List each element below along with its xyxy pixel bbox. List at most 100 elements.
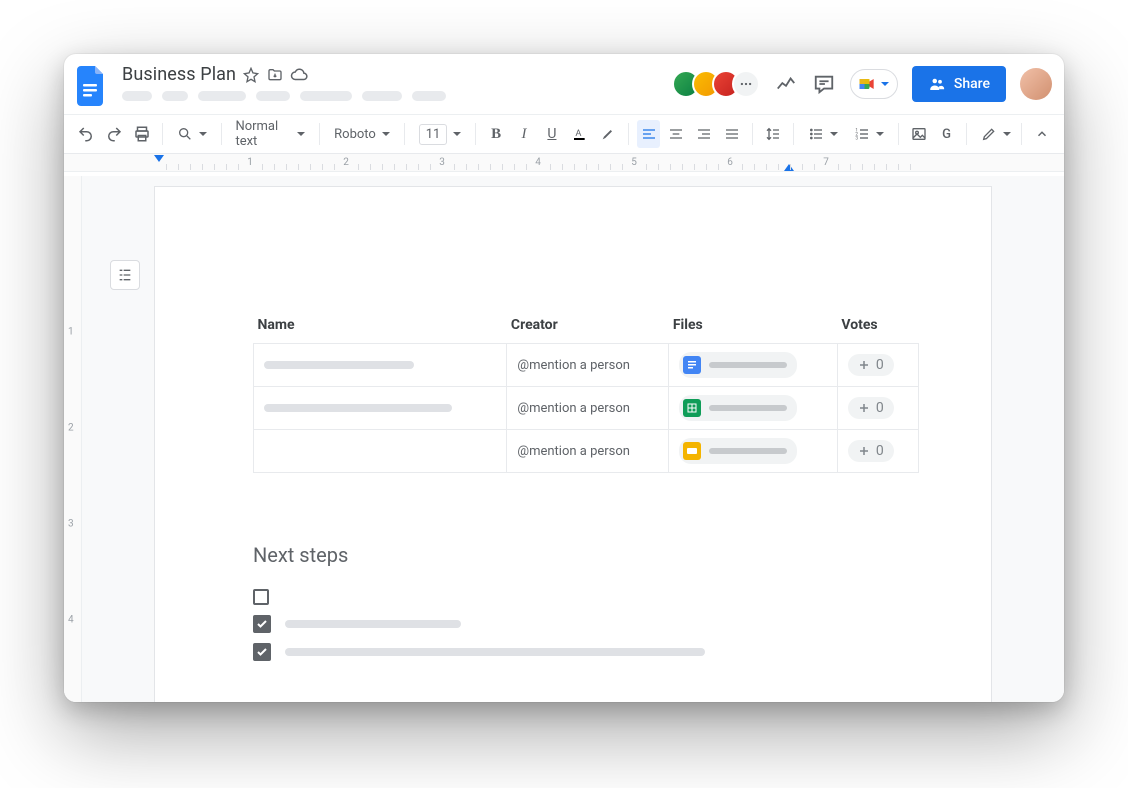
italic-button[interactable]: I bbox=[512, 120, 536, 148]
menu-item[interactable] bbox=[162, 91, 188, 101]
document-page[interactable]: NameCreatorFilesVotes @mention a person 0… bbox=[154, 186, 992, 702]
underline-button[interactable]: U bbox=[540, 120, 564, 148]
activity-icon[interactable] bbox=[774, 72, 798, 96]
checklist-item[interactable] bbox=[253, 643, 919, 661]
font-family-dropdown[interactable]: Roboto bbox=[328, 120, 396, 148]
share-label: Share bbox=[954, 76, 990, 92]
docs-logo-icon[interactable] bbox=[74, 62, 110, 110]
font-size-dropdown[interactable]: 11 bbox=[413, 120, 468, 148]
table-header: Votes bbox=[837, 317, 918, 344]
plus-icon bbox=[858, 445, 870, 457]
paragraph-style-dropdown[interactable]: Normal text bbox=[229, 120, 311, 148]
ruler-tick: 3 bbox=[439, 157, 445, 168]
checklist-item[interactable] bbox=[253, 589, 919, 605]
share-button[interactable]: Share bbox=[912, 66, 1006, 102]
bold-button[interactable]: B bbox=[484, 120, 508, 148]
document-title[interactable]: Business Plan bbox=[122, 64, 236, 85]
ruler-tick: 5 bbox=[631, 157, 637, 168]
people-icon bbox=[928, 75, 946, 93]
mention-placeholder[interactable]: @mention a person bbox=[517, 358, 630, 373]
vote-chip[interactable]: 0 bbox=[848, 397, 894, 419]
ruler-tick: 6 bbox=[727, 157, 733, 168]
checklist bbox=[253, 589, 919, 661]
table-header: Creator bbox=[507, 317, 669, 344]
redo-button[interactable] bbox=[102, 120, 126, 148]
collaborator-avatars[interactable] bbox=[672, 70, 760, 98]
align-center-button[interactable] bbox=[664, 120, 688, 148]
docs-file-icon bbox=[683, 356, 701, 374]
insert-image-button[interactable] bbox=[907, 120, 931, 148]
zoom-dropdown[interactable] bbox=[171, 120, 213, 148]
align-right-button[interactable] bbox=[692, 120, 716, 148]
placeholder-text bbox=[285, 648, 705, 656]
text-color-button[interactable]: A bbox=[568, 120, 592, 148]
vote-chip[interactable]: 0 bbox=[848, 354, 894, 376]
menu-item[interactable] bbox=[198, 91, 246, 101]
star-icon[interactable] bbox=[242, 66, 260, 84]
document-outline-button[interactable] bbox=[110, 260, 140, 290]
placeholder-text bbox=[264, 404, 452, 412]
right-indent-marker[interactable] bbox=[784, 164, 794, 171]
editing-mode-button[interactable] bbox=[975, 120, 1017, 148]
avatar-overflow[interactable] bbox=[732, 70, 760, 98]
table-row[interactable]: @mention a person 0 bbox=[254, 430, 919, 473]
svg-text:3: 3 bbox=[855, 135, 858, 141]
ruler-tick: 1 bbox=[247, 157, 253, 168]
cloud-saved-icon[interactable] bbox=[290, 66, 308, 84]
highlight-button[interactable] bbox=[596, 120, 620, 148]
table-header: Name bbox=[254, 317, 507, 344]
meet-icon bbox=[857, 74, 877, 94]
plus-icon bbox=[858, 402, 870, 414]
next-steps-heading: Next steps bbox=[253, 543, 919, 567]
formatting-toolbar: Normal text Roboto 11 B I U A 123 G bbox=[64, 114, 1064, 154]
move-to-folder-icon[interactable] bbox=[266, 66, 284, 84]
account-avatar[interactable] bbox=[1020, 68, 1052, 100]
left-gutter bbox=[82, 176, 154, 702]
project-table[interactable]: NameCreatorFilesVotes @mention a person 0… bbox=[253, 317, 919, 473]
line-spacing-button[interactable] bbox=[761, 120, 785, 148]
ruler-tick: 2 bbox=[343, 157, 349, 168]
workspace: 1234 NameCreatorFilesVotes @mention a pe… bbox=[64, 176, 1064, 702]
menu-item[interactable] bbox=[412, 91, 446, 101]
align-left-button[interactable] bbox=[637, 120, 661, 148]
bulleted-list-button[interactable] bbox=[802, 120, 844, 148]
file-chip[interactable] bbox=[679, 395, 797, 421]
ruler-tick: 4 bbox=[535, 157, 541, 168]
meet-button[interactable] bbox=[850, 69, 898, 99]
print-button[interactable] bbox=[130, 120, 154, 148]
numbered-list-button[interactable]: 123 bbox=[848, 120, 890, 148]
first-line-indent-marker[interactable] bbox=[154, 155, 164, 162]
checkbox-checked-icon[interactable] bbox=[253, 615, 271, 633]
vote-chip[interactable]: 0 bbox=[848, 440, 894, 462]
menu-item[interactable] bbox=[362, 91, 402, 101]
horizontal-ruler[interactable]: 1 2 3 4 5 6 7 bbox=[64, 154, 1064, 172]
placeholder-text bbox=[285, 620, 461, 628]
checkbox-checked-icon[interactable] bbox=[253, 643, 271, 661]
menu-item[interactable] bbox=[122, 91, 152, 101]
file-chip[interactable] bbox=[679, 352, 797, 378]
comments-icon[interactable] bbox=[812, 72, 836, 96]
file-chip[interactable] bbox=[679, 438, 797, 464]
chevron-down-icon bbox=[881, 82, 889, 86]
menu-item[interactable] bbox=[256, 91, 290, 101]
slides-file-icon bbox=[683, 442, 701, 460]
vertical-ruler[interactable]: 1234 bbox=[64, 176, 82, 702]
menu-item[interactable] bbox=[300, 91, 352, 101]
undo-button[interactable] bbox=[74, 120, 98, 148]
menu-bar bbox=[122, 91, 660, 101]
insert-link-button[interactable]: G bbox=[935, 120, 959, 148]
app-window: Business Plan bbox=[64, 54, 1064, 702]
table-header: Files bbox=[669, 317, 838, 344]
table-row[interactable]: @mention a person 0 bbox=[254, 387, 919, 430]
ruler-tick: 7 bbox=[823, 157, 829, 168]
title-bar: Business Plan bbox=[64, 54, 1064, 114]
mention-placeholder[interactable]: @mention a person bbox=[517, 444, 630, 459]
sheets-file-icon bbox=[683, 399, 701, 417]
collapse-toolbar-button[interactable] bbox=[1030, 120, 1054, 148]
align-justify-button[interactable] bbox=[720, 120, 744, 148]
checkbox-empty-icon[interactable] bbox=[253, 589, 269, 605]
checklist-item[interactable] bbox=[253, 615, 919, 633]
mention-placeholder[interactable]: @mention a person bbox=[517, 401, 630, 416]
svg-text:A: A bbox=[575, 128, 581, 139]
table-row[interactable]: @mention a person 0 bbox=[254, 344, 919, 387]
